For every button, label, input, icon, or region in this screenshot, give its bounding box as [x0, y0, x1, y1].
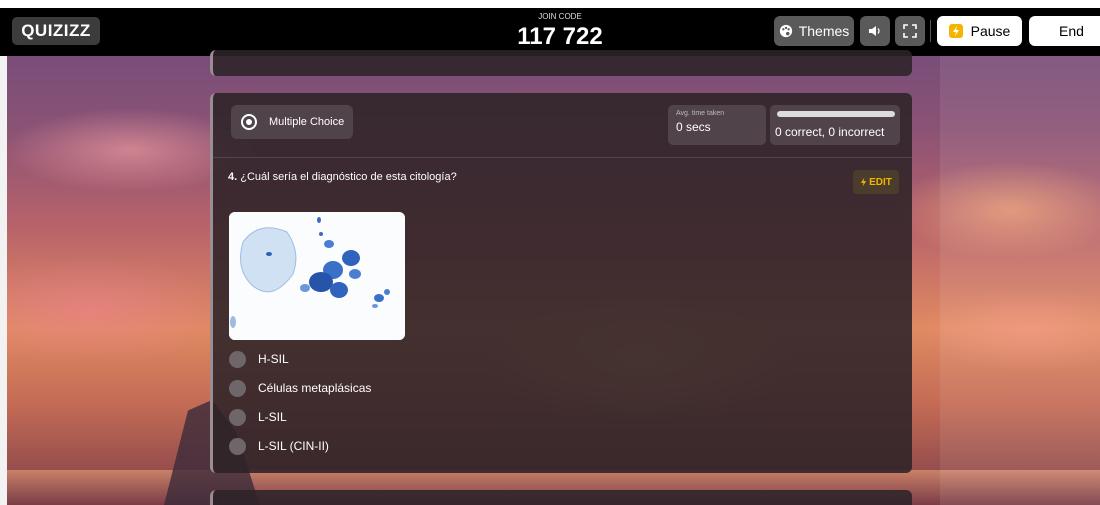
toolbar-divider [930, 20, 931, 42]
join-code-label: JOIN CODE [538, 12, 582, 21]
option-label: L-SIL (CIN-II) [258, 439, 329, 453]
option-label: Células metaplásicas [258, 381, 372, 395]
option-dot [229, 408, 246, 426]
accuracy-bar [777, 111, 895, 117]
question-text: 4. ¿Cuál sería el diagnóstico de esta ci… [228, 171, 457, 183]
previous-question-card [210, 50, 912, 76]
option-label: L-SIL [258, 410, 287, 424]
option-3[interactable]: L-SIL [229, 407, 287, 427]
cytology-image [229, 212, 405, 340]
themes-button[interactable]: Themes [774, 16, 854, 46]
question-body: ¿Cuál sería el diagnóstico de esta citol… [240, 171, 457, 183]
option-dot [229, 437, 246, 455]
quizizz-logo[interactable]: QUIZIZZ [12, 17, 100, 45]
next-question-card [210, 490, 912, 505]
join-code: 117 722 [517, 23, 603, 50]
pause-label: Pause [970, 23, 1011, 39]
top-edge [0, 0, 1100, 8]
accuracy-text: 0 correct, 0 incorrect [775, 125, 885, 139]
radio-icon [241, 114, 257, 130]
option-2[interactable]: Células metaplásicas [229, 378, 371, 398]
lightning-icon [860, 177, 867, 187]
option-dot [229, 379, 246, 397]
accuracy-stat: 0 correct, 0 incorrect [770, 105, 900, 145]
pause-icon [948, 24, 963, 38]
question-type-badge: Multiple Choice [231, 105, 353, 139]
pause-button[interactable]: Pause [937, 16, 1022, 46]
option-4[interactable]: L-SIL (CIN-II) [229, 436, 329, 456]
fullscreen-icon [903, 24, 917, 38]
edit-label: EDIT [869, 176, 892, 188]
question-type-label: Multiple Choice [269, 116, 345, 128]
option-dot [229, 350, 246, 368]
themes-label: Themes [798, 23, 850, 39]
speaker-icon [869, 26, 880, 36]
end-button[interactable]: End [1029, 16, 1100, 46]
option-label: H-SIL [258, 352, 289, 366]
header-divider [213, 157, 912, 158]
avg-time-stat: Avg. time taken 0 secs [668, 105, 766, 145]
avg-time-label: Avg. time taken [676, 110, 725, 117]
right-panel-overlay [940, 56, 1100, 505]
top-bar: QUIZIZZ JOIN CODE 117 722 Themes Pause E… [0, 0, 1100, 56]
left-edge-strip [0, 56, 7, 505]
fullscreen-button[interactable] [895, 16, 925, 46]
sound-button[interactable] [860, 16, 890, 46]
edit-button[interactable]: EDIT [853, 170, 899, 194]
avg-time-value: 0 secs [676, 120, 711, 134]
question-image[interactable] [229, 212, 405, 340]
palette-icon [779, 24, 792, 38]
question-card: Multiple Choice Avg. time taken 0 secs 0… [210, 93, 912, 473]
question-number: 4. [228, 171, 238, 183]
option-1[interactable]: H-SIL [229, 349, 289, 369]
